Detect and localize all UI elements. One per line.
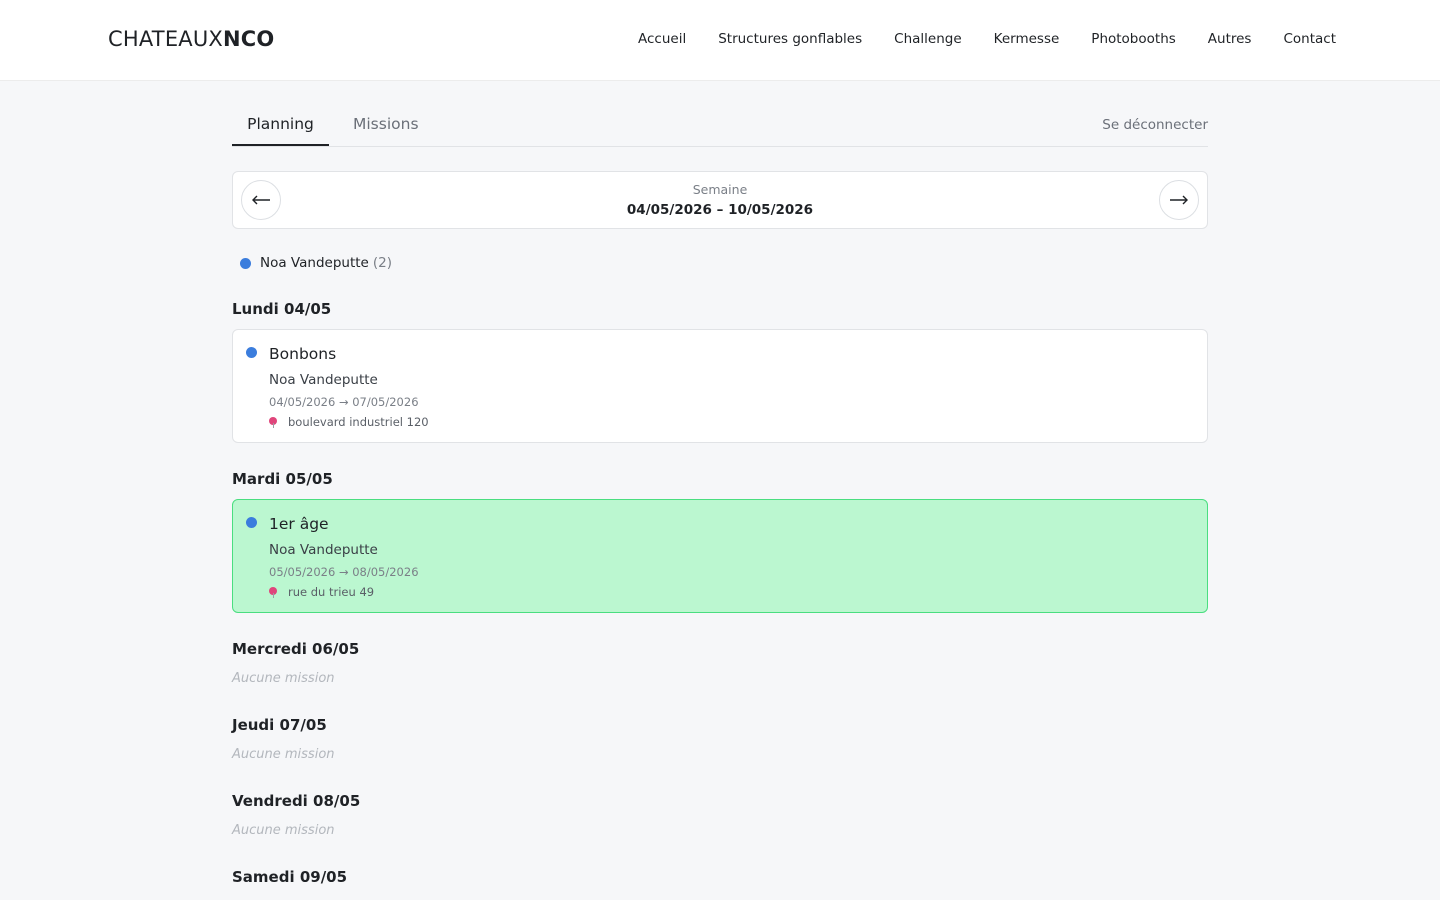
mission-address-text: rue du trieu 49 — [288, 585, 375, 599]
mission-person: Noa Vandeputte — [269, 542, 378, 558]
no-mission-text: Aucune mission — [232, 747, 335, 762]
mission-card-bonbons[interactable]: Bonbons Noa Vandeputte 04/05/2026 → 07/0… — [232, 329, 1208, 443]
mission-person: Noa Vandeputte — [269, 372, 378, 388]
main-nav: Accueil Structures gonflables Challenge … — [638, 31, 1336, 47]
tab-bar: Planning Missions Se déconnecter — [232, 81, 1208, 147]
nav-autres[interactable]: Autres — [1208, 31, 1252, 47]
nav-challenge[interactable]: Challenge — [894, 31, 962, 47]
day-title-mardi: Mardi 05/05 — [232, 470, 333, 488]
week-label: Semaine — [692, 182, 748, 197]
site-header: CHATEAUXNCO Accueil Structures gonflable… — [0, 0, 1440, 81]
mission-card-1er-age[interactable]: 1er âge Noa Vandeputte 05/05/2026 → 08/0… — [232, 499, 1208, 613]
mission-title: 1er âge — [269, 515, 329, 533]
mission-address-text: boulevard industriel 120 — [288, 415, 429, 429]
mission-title: Bonbons — [269, 345, 337, 363]
no-mission-text: Aucune mission — [232, 671, 335, 686]
map-pin-icon — [269, 586, 277, 598]
tab-missions[interactable]: Missions — [353, 115, 419, 146]
mission-dates: 05/05/2026 → 08/05/2026 — [269, 565, 419, 579]
logout-link[interactable]: Se déconnecter — [1102, 117, 1208, 133]
nav-kermesse[interactable]: Kermesse — [994, 31, 1060, 47]
mission-address: rue du trieu 49 — [269, 585, 374, 599]
nav-structures-gonflables[interactable]: Structures gonflables — [718, 31, 862, 47]
nav-photobooths[interactable]: Photobooths — [1091, 31, 1175, 47]
nav-accueil[interactable]: Accueil — [638, 31, 686, 47]
day-title-samedi: Samedi 09/05 — [232, 868, 348, 886]
day-title-vendredi: Vendredi 08/05 — [232, 792, 361, 810]
mission-color-dot — [246, 347, 257, 358]
week-range: 04/05/2026 – 10/05/2026 — [626, 202, 814, 218]
day-title-mercredi: Mercredi 06/05 — [232, 640, 360, 658]
site-logo[interactable]: CHATEAUXNCO — [108, 27, 274, 51]
next-week-button[interactable] — [1159, 180, 1199, 220]
day-title-lundi: Lundi 04/05 — [232, 300, 332, 318]
legend-color-dot — [240, 257, 251, 269]
legend-count: (2) — [372, 255, 392, 271]
mission-address: boulevard industriel 120 — [269, 415, 429, 429]
map-pin-icon — [269, 416, 277, 428]
day-title-jeudi: Jeudi 07/05 — [232, 716, 327, 734]
mission-dates: 04/05/2026 → 07/05/2026 — [269, 395, 419, 409]
planning-main: Planning Missions Se déconnecter Semaine… — [232, 81, 1208, 886]
no-mission-text: Aucune mission — [232, 823, 335, 838]
mission-color-dot — [246, 517, 257, 528]
tab-planning[interactable]: Planning — [232, 115, 329, 146]
arrow-right-icon — [1170, 195, 1188, 205]
nav-contact[interactable]: Contact — [1283, 31, 1336, 47]
week-navigator: Semaine 04/05/2026 – 10/05/2026 — [232, 171, 1208, 229]
staff-legend: Noa Vandeputte (2) — [240, 255, 392, 271]
legend-name: Noa Vandeputte — [260, 255, 369, 271]
